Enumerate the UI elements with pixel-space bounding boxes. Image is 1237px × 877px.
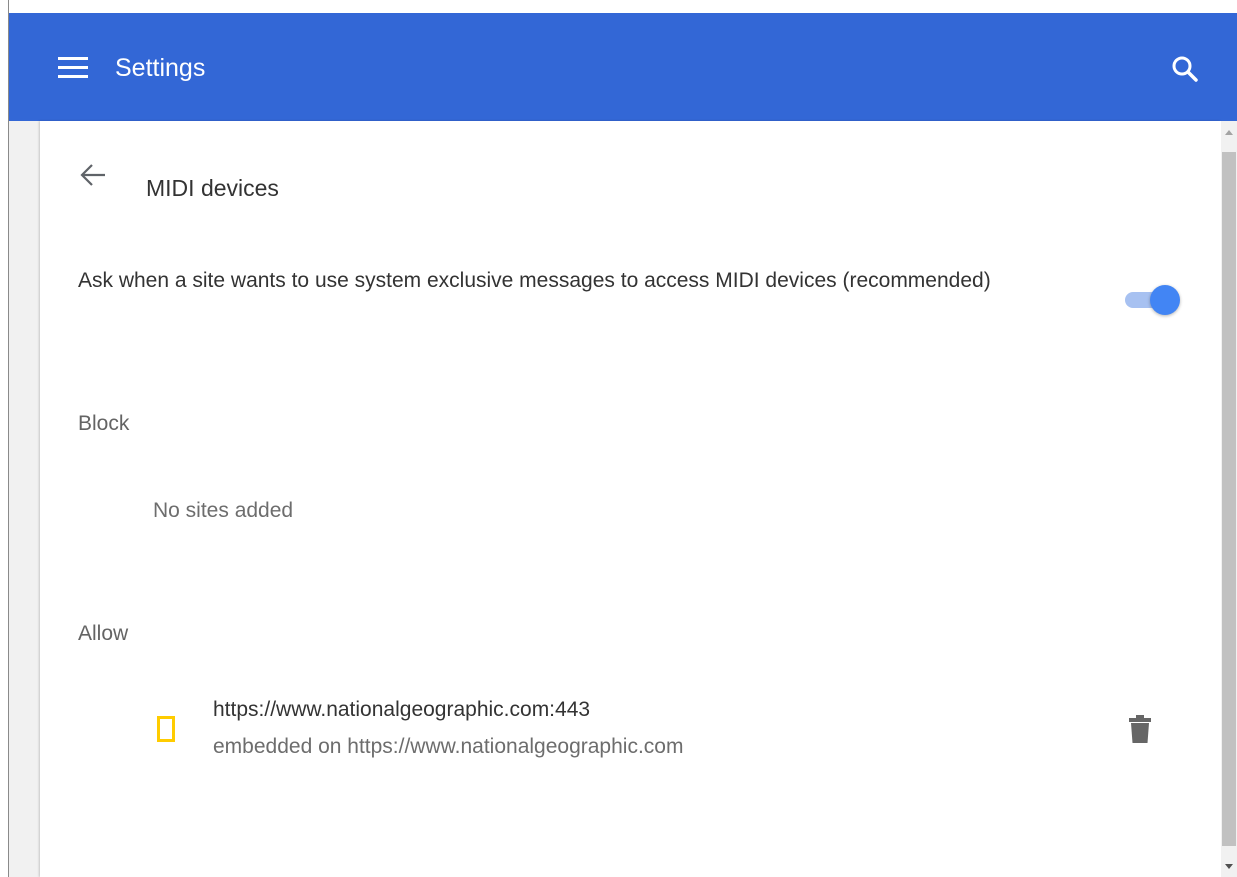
scroll-up-arrow-icon[interactable] [1225, 130, 1233, 135]
scrollbar-thumb[interactable] [1222, 152, 1236, 846]
settings-toolbar: Settings [9, 13, 1237, 121]
site-url: https://www.nationalgeographic.com:443 [213, 698, 591, 721]
site-embedded-origin: embedded on https://www.nationalgeograph… [213, 735, 684, 758]
window-left-frame [0, 0, 9, 877]
midi-settings-card: MIDI devices Ask when a site wants to us… [40, 121, 1221, 877]
settings-window: Settings MIDI devices Ask when a site wa… [0, 0, 1237, 877]
allowed-site-row[interactable]: https://www.nationalgeographic.com:443 e… [78, 681, 1188, 761]
search-icon[interactable] [1169, 53, 1201, 85]
ask-setting-toggle[interactable] [1124, 283, 1182, 315]
scroll-down-arrow-icon[interactable] [1225, 864, 1233, 869]
page-title: MIDI devices [146, 175, 279, 202]
toolbar-title: Settings [115, 54, 206, 82]
toggle-knob [1150, 285, 1180, 315]
allow-section-heading: Allow [78, 622, 129, 645]
trash-icon[interactable] [1122, 709, 1158, 749]
hamburger-menu-icon[interactable] [56, 56, 88, 80]
block-empty-text: No sites added [153, 499, 294, 522]
national-geographic-favicon [157, 716, 175, 742]
arrow-back-icon[interactable] [75, 157, 111, 193]
window-top-frame [0, 0, 1237, 13]
block-section-heading: Block [78, 412, 130, 435]
ask-setting-label: Ask when a site wants to use system excl… [78, 269, 991, 292]
